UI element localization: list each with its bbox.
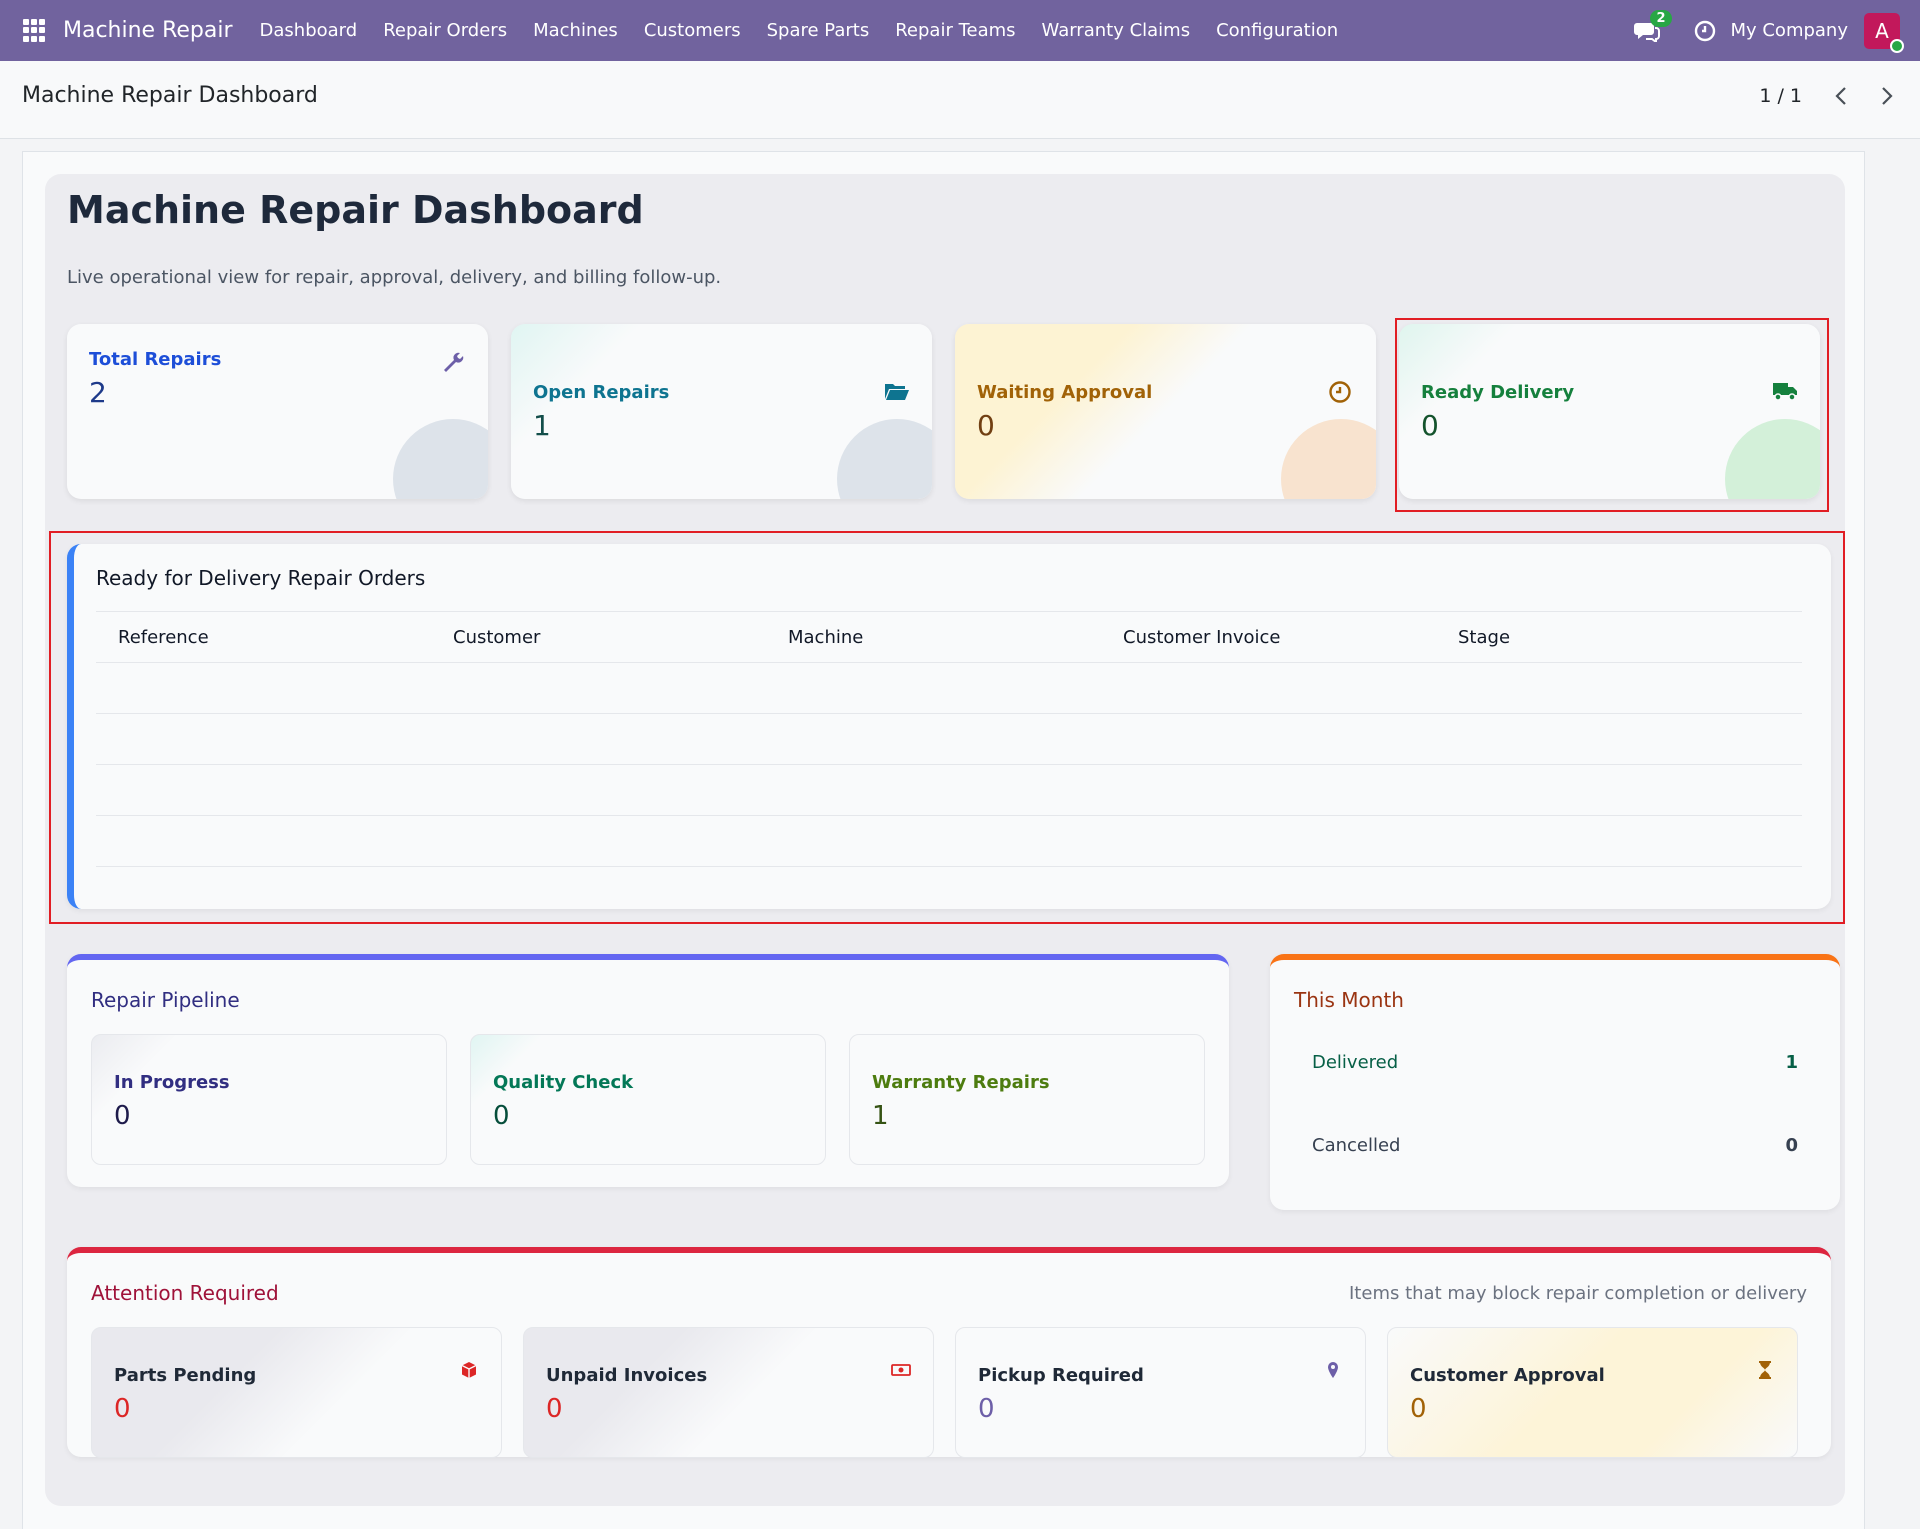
ready-table-highlight bbox=[49, 531, 1845, 924]
folder-open-icon bbox=[884, 380, 910, 406]
dashboard-title: Machine Repair Dashboard bbox=[67, 188, 644, 232]
company-switcher[interactable]: My Company bbox=[1730, 20, 1848, 41]
attention-note: Items that may block repair completion o… bbox=[1349, 1283, 1807, 1304]
kpi-label: Waiting Approval bbox=[977, 382, 1153, 403]
map-pin-icon bbox=[1323, 1360, 1343, 1380]
chat-count-badge: 2 bbox=[1650, 9, 1672, 27]
pipeline-quality-check[interactable]: Quality Check 0 bbox=[470, 1034, 826, 1165]
app-brand[interactable]: Machine Repair bbox=[63, 18, 233, 43]
this-month-title: This Month bbox=[1294, 988, 1404, 1012]
menu-configuration[interactable]: Configuration bbox=[1203, 20, 1351, 41]
pipeline-in-progress[interactable]: In Progress 0 bbox=[91, 1034, 447, 1165]
menu-warranty-claims[interactable]: Warranty Claims bbox=[1029, 20, 1204, 41]
chevron-right-icon bbox=[1882, 87, 1893, 105]
form-sheet: Machine Repair Dashboard Live operationa… bbox=[22, 151, 1865, 1529]
kpi-open-repairs[interactable]: Open Repairs 1 bbox=[511, 324, 932, 499]
attention-required-card: Attention Required Items that may block … bbox=[67, 1247, 1831, 1458]
pipeline-value: 1 bbox=[872, 1101, 889, 1131]
month-row-delivered: Delivered 1 bbox=[1312, 1052, 1798, 1073]
clock-icon bbox=[1328, 380, 1354, 406]
kpi-value: 2 bbox=[89, 376, 107, 409]
menu-machines[interactable]: Machines bbox=[520, 20, 631, 41]
month-row-label: Delivered bbox=[1312, 1052, 1399, 1073]
control-panel: Machine Repair Dashboard 1 / 1 bbox=[0, 61, 1920, 139]
hourglass-icon bbox=[1755, 1360, 1775, 1380]
menu-dashboard[interactable]: Dashboard bbox=[247, 20, 371, 41]
attention-value: 0 bbox=[1410, 1394, 1427, 1424]
attention-unpaid-invoices[interactable]: Unpaid Invoices 0 bbox=[523, 1327, 934, 1458]
pipeline-warranty-repairs[interactable]: Warranty Repairs 1 bbox=[849, 1034, 1205, 1165]
repair-pipeline-title: Repair Pipeline bbox=[91, 988, 240, 1012]
attention-value: 0 bbox=[978, 1394, 995, 1424]
kpi-label: Open Repairs bbox=[533, 382, 670, 403]
online-status-dot bbox=[1890, 38, 1904, 53]
attention-label: Parts Pending bbox=[114, 1365, 257, 1386]
attention-label: Pickup Required bbox=[978, 1365, 1144, 1386]
attention-parts-pending[interactable]: Parts Pending 0 bbox=[91, 1327, 502, 1458]
breadcrumb: Machine Repair Dashboard bbox=[22, 83, 318, 108]
kpi-decoration bbox=[837, 419, 932, 499]
user-avatar[interactable]: A bbox=[1864, 12, 1904, 53]
main-menu: Dashboard Repair Orders Machines Custome… bbox=[247, 20, 1352, 41]
kpi-total-repairs[interactable]: Total Repairs 2 bbox=[67, 324, 488, 499]
attention-value: 0 bbox=[114, 1394, 131, 1424]
repair-pipeline-card: Repair Pipeline In Progress 0 Quality Ch… bbox=[67, 954, 1229, 1187]
activity-clock-icon[interactable] bbox=[1694, 20, 1716, 42]
wrench-icon bbox=[440, 348, 466, 374]
pipeline-value: 0 bbox=[114, 1101, 131, 1131]
menu-repair-teams[interactable]: Repair Teams bbox=[882, 20, 1028, 41]
avatar-letter: A bbox=[1875, 18, 1889, 43]
attention-label: Unpaid Invoices bbox=[546, 1365, 708, 1386]
month-row-label: Cancelled bbox=[1312, 1135, 1401, 1156]
month-row-value: 0 bbox=[1785, 1135, 1798, 1156]
menu-customers[interactable]: Customers bbox=[631, 20, 754, 41]
attention-title: Attention Required bbox=[91, 1281, 279, 1305]
attention-value: 0 bbox=[546, 1394, 563, 1424]
pipeline-value: 0 bbox=[493, 1101, 510, 1131]
kpi-label: Total Repairs bbox=[89, 349, 222, 370]
box-icon bbox=[459, 1360, 479, 1380]
kpi-decoration bbox=[393, 419, 488, 499]
kpi-value: 0 bbox=[977, 409, 995, 442]
attention-pickup-required[interactable]: Pickup Required 0 bbox=[955, 1327, 1366, 1458]
month-row-cancelled: Cancelled 0 bbox=[1312, 1135, 1798, 1156]
pipeline-label: Quality Check bbox=[493, 1072, 634, 1093]
pager-previous-button[interactable] bbox=[1830, 81, 1854, 111]
chevron-left-icon bbox=[1835, 87, 1846, 105]
chat-icon[interactable]: 2 bbox=[1634, 9, 1672, 44]
attention-label: Customer Approval bbox=[1410, 1365, 1605, 1386]
ready-delivery-highlight bbox=[1395, 318, 1829, 512]
pipeline-label: Warranty Repairs bbox=[872, 1072, 1050, 1093]
apps-grid-icon[interactable] bbox=[23, 18, 47, 43]
menu-spare-parts[interactable]: Spare Parts bbox=[754, 20, 883, 41]
top-navbar: Machine Repair Dashboard Repair Orders M… bbox=[0, 0, 1920, 61]
navbar-right: 2 My Company A bbox=[1634, 0, 1920, 61]
dashboard-subtitle: Live operational view for repair, approv… bbox=[67, 267, 722, 288]
kpi-value: 1 bbox=[533, 409, 551, 442]
month-row-value: 1 bbox=[1785, 1052, 1798, 1073]
pager-next-button[interactable] bbox=[1874, 81, 1898, 111]
kpi-decoration bbox=[1281, 419, 1376, 499]
pipeline-label: In Progress bbox=[114, 1072, 230, 1093]
kpi-waiting-approval[interactable]: Waiting Approval 0 bbox=[955, 324, 1376, 499]
attention-customer-approval[interactable]: Customer Approval 0 bbox=[1387, 1327, 1798, 1458]
money-icon bbox=[891, 1360, 911, 1380]
menu-repair-orders[interactable]: Repair Orders bbox=[370, 20, 520, 41]
this-month-card: This Month Delivered 1 Cancelled 0 bbox=[1270, 954, 1840, 1210]
dashboard-container: Machine Repair Dashboard Live operationa… bbox=[45, 174, 1845, 1506]
pager-value[interactable]: 1 / 1 bbox=[1759, 85, 1802, 107]
